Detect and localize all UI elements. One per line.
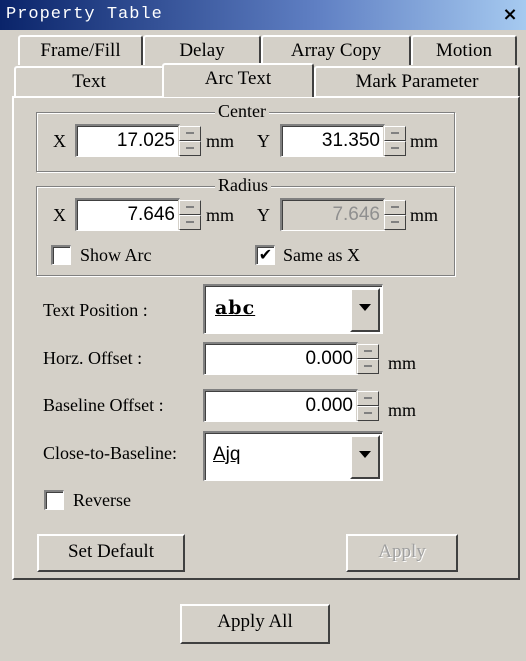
same-as-x-label: Same as X	[283, 245, 360, 265]
radius-y-spinner	[383, 200, 406, 230]
center-y-input[interactable]: 31.350	[280, 124, 385, 157]
horz-offset-input[interactable]: 0.000	[203, 342, 358, 375]
tab-label: Delay	[179, 40, 225, 61]
tab-delay[interactable]: Delay	[143, 35, 261, 65]
center-y-spinner[interactable]	[383, 126, 406, 156]
radius-x-label: X	[53, 205, 66, 225]
tab-frame-fill[interactable]: Frame/Fill	[18, 35, 143, 65]
tab-label: Array Copy	[290, 40, 382, 61]
tab-label: Mark Parameter	[355, 71, 479, 92]
property-table-window: Property Table × Frame/Fill Delay Array …	[0, 0, 526, 661]
horz-offset-label: Horz. Offset :	[43, 348, 143, 368]
tab-label: Motion	[436, 40, 492, 61]
reverse-checkbox[interactable]	[44, 490, 64, 510]
baseline-offset-label: Baseline Offset :	[43, 395, 164, 415]
center-x-label: X	[53, 131, 66, 151]
center-legend: Center	[215, 101, 269, 121]
center-y-unit: mm	[410, 131, 439, 151]
baseline-offset-spinner[interactable]	[356, 391, 379, 421]
tab-arc-text[interactable]: Arc Text	[162, 63, 314, 97]
text-position-value: abc	[215, 297, 256, 319]
tab-mark-parameter[interactable]: Mark Parameter	[314, 66, 520, 96]
set-default-button[interactable]: Set Default	[37, 534, 185, 572]
tab-array-copy[interactable]: Array Copy	[261, 35, 411, 65]
tab-label: Arc Text	[204, 68, 272, 89]
radius-y-unit: mm	[410, 205, 439, 225]
baseline-offset-input[interactable]: 0.000	[203, 389, 358, 422]
show-arc-checkbox[interactable]	[51, 245, 71, 265]
radius-y-input: 7.646	[280, 198, 385, 231]
radius-x-unit: mm	[206, 205, 235, 225]
center-x-spinner[interactable]	[178, 126, 201, 156]
title-bar[interactable]: Property Table	[0, 0, 526, 30]
tab-text[interactable]: Text	[14, 66, 164, 96]
apply-button[interactable]: Apply	[346, 534, 458, 572]
apply-all-button[interactable]: Apply All	[180, 604, 330, 644]
same-as-x-checkbox[interactable]: ✔	[255, 245, 275, 265]
chevron-down-icon[interactable]	[350, 288, 380, 332]
center-x-input[interactable]: 17.025	[75, 124, 180, 157]
radius-legend: Radius	[215, 175, 272, 195]
tab-label: Frame/Fill	[40, 40, 121, 61]
chevron-down-icon[interactable]	[350, 435, 380, 479]
center-x-unit: mm	[206, 131, 235, 151]
radius-x-input[interactable]: 7.646	[75, 198, 180, 231]
show-arc-label: Show Arc	[80, 245, 152, 265]
text-position-label: Text Position :	[43, 300, 148, 320]
reverse-label: Reverse	[73, 490, 131, 510]
radius-y-label: Y	[257, 205, 270, 225]
close-to-baseline-label: Close-to-Baseline:	[43, 443, 177, 463]
window-title: Property Table	[6, 5, 163, 24]
horz-offset-unit: mm	[388, 353, 417, 373]
close-icon[interactable]: ×	[500, 0, 520, 30]
close-to-baseline-value: Ajq	[213, 444, 241, 465]
baseline-offset-unit: mm	[388, 400, 417, 420]
horz-offset-spinner[interactable]	[356, 344, 379, 374]
tab-label: Text	[72, 71, 106, 92]
radius-x-spinner[interactable]	[178, 200, 201, 230]
center-y-label: Y	[257, 131, 270, 151]
tab-motion[interactable]: Motion	[411, 35, 517, 65]
